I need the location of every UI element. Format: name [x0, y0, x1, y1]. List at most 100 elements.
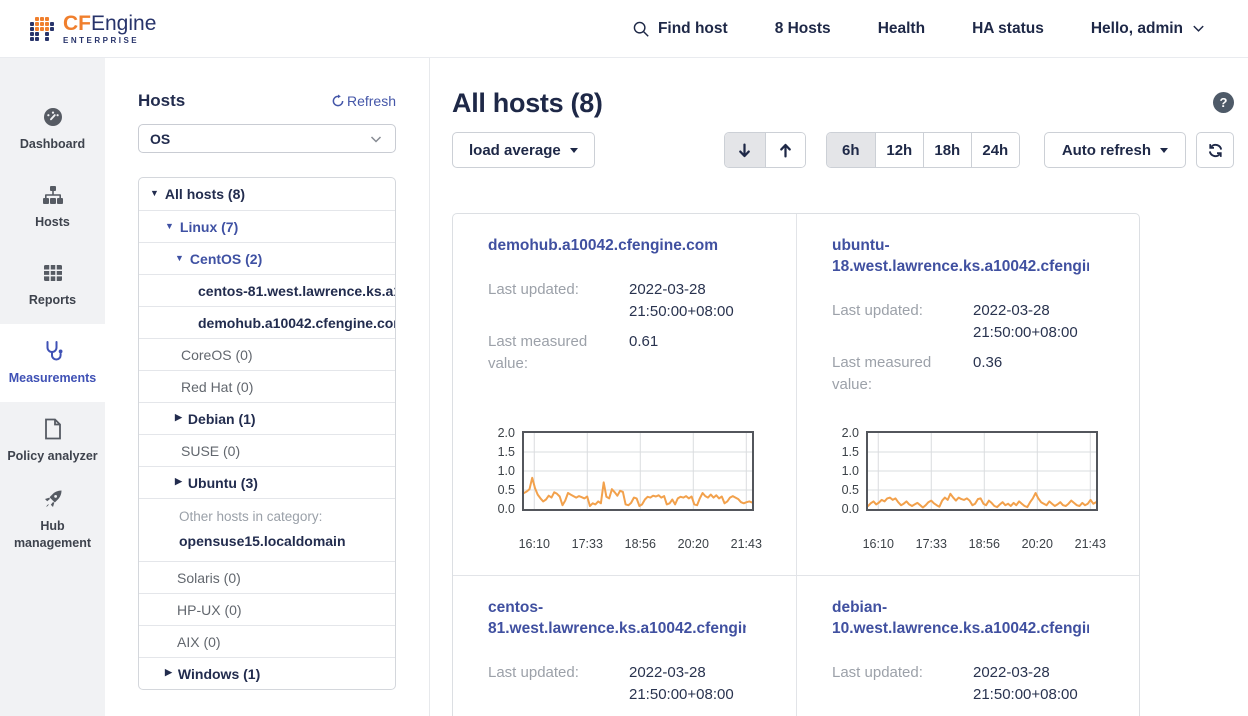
tree-item-centos[interactable]: ▼CentOS (2) [139, 242, 395, 274]
find-host-label: Find host [658, 20, 728, 38]
sync-icon [1207, 142, 1224, 159]
brand-subtitle: ENTERPRISE [63, 37, 156, 45]
sort-descending-button[interactable] [725, 133, 765, 167]
host-link[interactable]: ubuntu-18.west.lawrence.ks.a10042.cfengi… [832, 236, 1089, 278]
expand-arrow-icon: ▶ [175, 476, 182, 487]
arrow-down-icon [736, 142, 753, 159]
last-updated-value: 2022-03-2821:50:00+08:00 [629, 279, 734, 323]
collapse-arrow-icon: ▼ [150, 188, 159, 198]
last-updated-value: 2022-03-2821:50:00+08:00 [973, 662, 1078, 706]
sidebar-item-hub-management[interactable]: Hub management [0, 480, 105, 558]
find-host-search[interactable]: Find host [632, 20, 728, 38]
sidebar: Dashboard Hosts Reports Measurements Pol… [0, 58, 105, 716]
chart-y-axis: 2.01.51.00.50.0 [832, 431, 859, 511]
tree-item-all-hosts[interactable]: ▼All hosts (8) [139, 178, 395, 210]
tree-item-solaris[interactable]: Solaris (0) [139, 561, 395, 593]
time-range-6h[interactable]: 6h [827, 133, 875, 167]
tree-item-ubuntu[interactable]: ▶Ubuntu (3) [139, 466, 395, 498]
nav-item-hosts[interactable]: 8 Hosts [775, 20, 831, 38]
sidebar-item-reports[interactable]: Reports [0, 246, 105, 324]
tree-item-coreos[interactable]: CoreOS (0) [139, 338, 395, 370]
nav-menu: Find host 8 Hosts Health HA status Hello… [632, 20, 1206, 38]
last-updated-value: 2022-03-2821:50:00+08:00 [629, 662, 734, 706]
tree-item-other-hosts: Other hosts in category: opensuse15.loca… [139, 498, 395, 561]
toolbar: load average 6h 12h 18h 24h [452, 132, 1234, 168]
collapse-arrow-icon: ▼ [165, 221, 174, 231]
chart-plot [524, 433, 752, 509]
host-card: ubuntu-18.west.lawrence.ks.a10042.cfengi… [796, 214, 1139, 575]
chart-plot [868, 433, 1096, 509]
last-updated-label: Last updated: [832, 300, 973, 344]
top-navbar: CFEngine ENTERPRISE Find host 8 Hosts He… [0, 0, 1248, 58]
tree-item-debian[interactable]: ▶Debian (1) [139, 402, 395, 434]
table-icon [41, 261, 65, 285]
refresh-link[interactable]: Refresh [331, 93, 396, 109]
host-card: debian-10.west.lawrence.ks.a10042.cfengi… [796, 575, 1139, 716]
time-range-12h[interactable]: 12h [875, 133, 923, 167]
last-measured-value: 0.36 [973, 352, 1002, 396]
host-link[interactable]: centos-81.west.lawrence.ks.a10042.cfengi… [488, 598, 746, 640]
hosts-filter-panel: Hosts Refresh OS ▼All hosts (8) ▼Linux (… [105, 58, 430, 716]
last-measured-label: Last measured value: [488, 331, 629, 375]
tree-item-host-centos-81[interactable]: centos-81.west.lawrence.ks.a10042.cfengi… [139, 274, 395, 306]
last-measured-value: 0.61 [629, 331, 658, 375]
host-link[interactable]: debian-10.west.lawrence.ks.a10042.cfengi… [832, 598, 1089, 640]
load-average-chart: 2.01.51.00.50.0 16:1017:3318:5620:2021:4… [488, 431, 746, 557]
nav-item-health[interactable]: Health [878, 20, 925, 38]
tree-item-suse[interactable]: SUSE (0) [139, 434, 395, 466]
refresh-button[interactable] [1196, 132, 1234, 168]
chevron-down-icon [368, 131, 384, 147]
host-link[interactable]: demohub.a10042.cfengine.com [488, 236, 746, 257]
rocket-icon [41, 487, 65, 511]
sidebar-item-measurements[interactable]: Measurements [0, 324, 105, 402]
gauge-icon [41, 105, 65, 129]
sitemap-icon [41, 183, 65, 207]
chart-x-axis: 16:1017:3318:5620:2021:43 [522, 537, 754, 553]
tree-item-redhat[interactable]: Red Hat (0) [139, 370, 395, 402]
main-content: All hosts (8) ? load average 6h [430, 58, 1248, 716]
sidebar-item-hosts[interactable]: Hosts [0, 168, 105, 246]
brand-name: CFEngine [63, 13, 156, 34]
expand-arrow-icon: ▶ [175, 412, 182, 423]
sidebar-item-policy-analyzer[interactable]: Policy analyzer [0, 402, 105, 480]
chevron-down-icon [1191, 21, 1206, 36]
time-range-24h[interactable]: 24h [971, 133, 1019, 167]
tree-item-aix[interactable]: AIX (0) [139, 625, 395, 657]
help-icon[interactable]: ? [1213, 92, 1234, 113]
cfengine-logo[interactable]: CFEngine ENTERPRISE [30, 13, 156, 45]
nav-item-ha-status[interactable]: HA status [972, 20, 1044, 38]
category-select[interactable]: OS [138, 124, 396, 153]
file-icon [42, 417, 64, 441]
metric-dropdown[interactable]: load average [452, 132, 595, 168]
tree-item-host-demohub[interactable]: demohub.a10042.cfengine.com [139, 306, 395, 338]
tree-item-host-opensuse15[interactable]: opensuse15.localdomain [179, 533, 395, 549]
tree-item-hpux[interactable]: HP-UX (0) [139, 593, 395, 625]
last-measured-label: Last measured value: [832, 352, 973, 396]
last-updated-value: 2022-03-2821:50:00+08:00 [973, 300, 1078, 344]
cfengine-logo-icon [30, 17, 54, 41]
hosts-panel-title: Hosts [138, 91, 185, 111]
refresh-icon [331, 94, 345, 108]
search-icon [632, 20, 650, 38]
sidebar-item-dashboard[interactable]: Dashboard [0, 90, 105, 168]
page-title: All hosts (8) [452, 88, 1234, 119]
tree-item-windows[interactable]: ▶Windows (1) [139, 657, 395, 689]
sort-ascending-button[interactable] [765, 133, 805, 167]
caret-down-icon [570, 148, 578, 153]
last-updated-label: Last updated: [488, 662, 629, 706]
host-card: demohub.a10042.cfengine.com Last updated… [453, 214, 796, 575]
expand-arrow-icon: ▶ [165, 667, 172, 678]
host-card: centos-81.west.lawrence.ks.a10042.cfengi… [453, 575, 796, 716]
auto-refresh-dropdown[interactable]: Auto refresh [1044, 132, 1186, 168]
last-updated-label: Last updated: [832, 662, 973, 706]
time-range-18h[interactable]: 18h [923, 133, 971, 167]
stethoscope-icon [41, 339, 65, 363]
user-menu[interactable]: Hello, admin [1091, 20, 1206, 38]
arrow-up-icon [777, 142, 794, 159]
chart-y-axis: 2.01.51.00.50.0 [488, 431, 515, 511]
last-updated-label: Last updated: [488, 279, 629, 323]
caret-down-icon [1160, 148, 1168, 153]
host-cards-grid: demohub.a10042.cfengine.com Last updated… [452, 213, 1140, 716]
collapse-arrow-icon: ▼ [175, 253, 184, 263]
tree-item-linux[interactable]: ▼Linux (7) [139, 210, 395, 242]
